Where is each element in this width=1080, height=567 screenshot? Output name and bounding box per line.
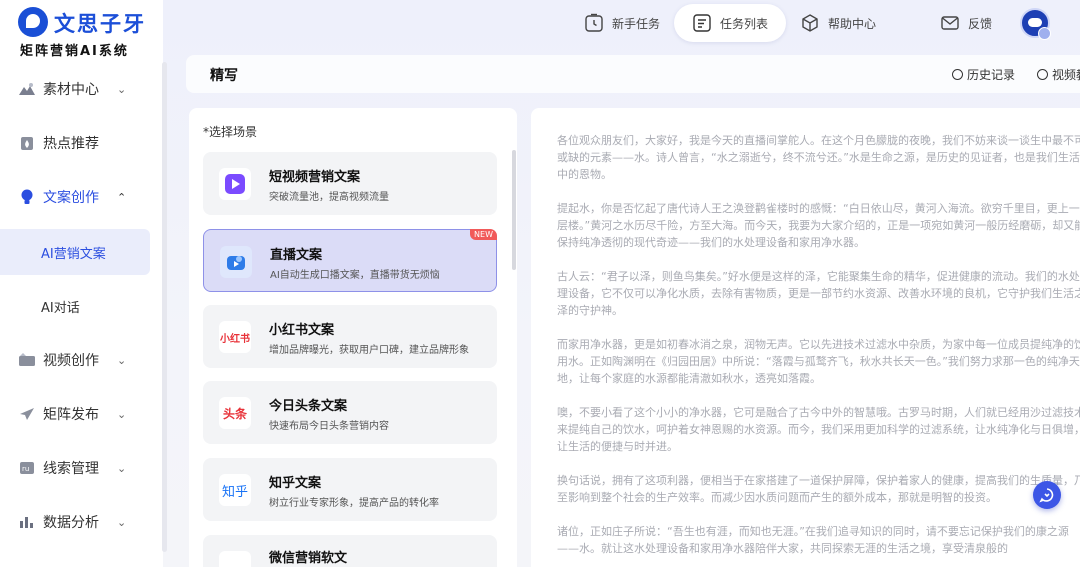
scene-card-desc: 树立行业专家形象，提高产品的转化率	[269, 498, 439, 509]
top-navigation: 新手任务 任务列表 帮助中心 反馈	[560, 0, 1080, 46]
svg-text:ru: ru	[22, 465, 29, 473]
mail-icon	[941, 16, 959, 30]
content-paragraph: 古人云：“君子以泽，则鱼鸟集矣。”好水便是这样的泽，它能聚集生命的精华，促进健康…	[557, 270, 1080, 317]
chevron-down-icon: ⌄	[117, 353, 127, 367]
leads-icon: ru	[18, 459, 36, 477]
sidebar-item-label: 数据分析	[43, 515, 99, 531]
scene-card-short-video[interactable]: 短视频营销文案 突破流量池，提高视频流量	[203, 152, 497, 215]
sidebar-item-assets[interactable]: 素材中心 ⌄	[0, 67, 163, 111]
topnav-beginner-tasks[interactable]: 新手任务	[584, 4, 660, 42]
live-camera-icon	[220, 246, 252, 278]
lightbulb-icon	[18, 188, 36, 206]
content-paragraph: 噢，不要小看了这个小小的净水器，它可是融合了古今中外的智慧哦。古罗马时期，人们就…	[557, 406, 1080, 453]
scene-scrollbar[interactable]	[512, 150, 516, 270]
scene-card-title: 小红书文案	[269, 323, 335, 338]
assistant-float-button[interactable]	[1033, 481, 1061, 509]
scene-card-wechat[interactable]: 微信营销软文	[203, 535, 497, 567]
generated-content-panel[interactable]: 各位观众朋友们，大家好，我是今天的直播间掌舵人。在这个月色朦胧的夜晚，我们不妨来…	[531, 108, 1080, 567]
chevron-down-icon: ⌄	[117, 82, 127, 96]
play-circle-icon	[1037, 69, 1048, 80]
topnav-task-list[interactable]: 任务列表	[674, 4, 787, 42]
brand-name: 文思子牙	[54, 12, 146, 36]
scene-card-title: 知乎文案	[269, 476, 322, 491]
scene-card-desc: AI自动生成口播文案，直播带货无烦恼	[270, 270, 440, 281]
avatar[interactable]	[1020, 8, 1051, 40]
list-doc-icon	[693, 14, 711, 32]
sidebar-item-label: 线索管理	[43, 461, 99, 477]
sidebar-item-hot[interactable]: 热点推荐	[0, 121, 163, 165]
bar-chart-icon	[18, 513, 36, 531]
xiaohongshu-logo-icon: 小红书	[219, 321, 251, 353]
mountain-image-icon	[18, 80, 36, 98]
fire-icon	[18, 134, 36, 152]
sidebar-item-label: 矩阵发布	[43, 407, 99, 423]
chevron-down-icon: ⌄	[117, 515, 127, 529]
topnav-label: 反馈	[968, 16, 993, 31]
content-paragraph: 各位观众朋友们，大家好，我是今天的直播间掌舵人。在这个月色朦胧的夜晚，我们不妨来…	[557, 134, 1080, 181]
chevron-down-icon: ⌄	[117, 461, 127, 475]
scene-card-title: 直播文案	[270, 248, 323, 263]
sidebar-subitem-ai-marketing[interactable]: AI营销文案	[0, 229, 150, 275]
sidebar-subitem-ai-chat[interactable]: AI对话	[0, 283, 150, 329]
scene-card-desc: 增加品牌曝光，获取用户口碑，建立品牌形象	[269, 345, 469, 356]
scene-card-title: 微信营销软文	[269, 551, 348, 566]
history-link[interactable]: 历史记录	[952, 66, 1015, 83]
clock-icon	[952, 69, 963, 80]
scene-card-xiaohongshu[interactable]: 小红书 小红书文案 增加品牌曝光，获取用户口碑，建立品牌形象	[203, 305, 497, 368]
scene-card-live[interactable]: 直播文案 AI自动生成口播文案，直播带货无烦恼 NEW	[203, 229, 497, 292]
scene-card-title: 短视频营销文案	[269, 170, 361, 185]
content-paragraph: 提起水，你是否忆起了唐代诗人王之涣登鹳雀楼时的感慨：“白日依山尽，黄河入海流。欲…	[557, 202, 1080, 249]
page-header: 精写 历史记录 视频教	[186, 55, 1080, 93]
history-label: 历史记录	[967, 68, 1016, 82]
scene-card-desc: 突破流量池，提高视频流量	[269, 192, 389, 203]
scene-card-zhihu[interactable]: 知乎 知乎文案 树立行业专家形象，提高产品的转化率	[203, 458, 497, 521]
scene-card-toutiao[interactable]: 头条 今日头条文案 快速布局今日头条营销内容	[203, 381, 497, 444]
content-paragraph: 换句话说，拥有了这项利器，便相当于在家搭建了一道保护屏障，保护着家人的健康，提高…	[557, 474, 1080, 504]
topnav-label: 新手任务	[612, 16, 661, 31]
topnav-feedback[interactable]: 反馈	[940, 4, 992, 42]
scene-card-desc: 快速布局今日头条营销内容	[269, 421, 389, 432]
content-paragraph: 诸位，正如庄子所说：“吾生也有涯，而知也无涯。”在我们追寻知识的同时，请不要忘记…	[557, 525, 1069, 555]
topnav-label: 帮助中心	[828, 16, 877, 31]
chat-assistant-icon	[1039, 488, 1054, 503]
sidebar-item-publish[interactable]: 矩阵发布 ⌄	[0, 392, 163, 436]
wechat-icon	[219, 551, 251, 567]
timer-icon	[585, 13, 603, 32]
toutiao-logo-icon: 头条	[219, 397, 251, 429]
new-badge: NEW	[470, 229, 497, 240]
sidebar-item-label: 文案创作	[43, 190, 99, 206]
topnav-label: 任务列表	[720, 16, 769, 31]
cube-icon	[802, 14, 818, 32]
chevron-up-icon: ⌃	[117, 190, 127, 204]
sidebar-item-video[interactable]: 视频创作 ⌄	[0, 338, 163, 382]
video-tutorial-link[interactable]: 视频教	[1037, 66, 1080, 83]
video-tutorial-label: 视频教	[1052, 68, 1080, 82]
page-title: 精写	[210, 68, 238, 84]
content-paragraph: 而家用净水器，更是如初春冰消之泉，润物无声。它以先进技术过滤水中杂质，为家中每一…	[557, 338, 1080, 385]
topnav-help-center[interactable]: 帮助中心	[800, 4, 876, 42]
scene-card-title: 今日头条文案	[269, 399, 348, 414]
sidebar-item-label: 视频创作	[43, 353, 99, 369]
sidebar-item-copywriting[interactable]: 文案创作 ⌃	[0, 175, 163, 219]
sidebar-item-label: 素材中心	[43, 82, 99, 98]
logo-mark-icon	[18, 7, 48, 37]
sidebar-item-label: 热点推荐	[43, 136, 99, 152]
brand-subtitle: 矩阵营销AI系统	[20, 44, 129, 59]
chevron-down-icon: ⌄	[117, 407, 127, 421]
purple-play-icon	[219, 168, 251, 200]
sidebar-item-leads[interactable]: ru 线索管理 ⌄	[0, 446, 163, 490]
sidebar-item-analytics[interactable]: 数据分析 ⌄	[0, 500, 163, 544]
zhihu-logo-icon: 知乎	[219, 474, 251, 506]
video-folder-icon	[18, 351, 36, 369]
scene-label: *选择场景	[203, 125, 258, 139]
paper-plane-icon	[18, 405, 36, 423]
